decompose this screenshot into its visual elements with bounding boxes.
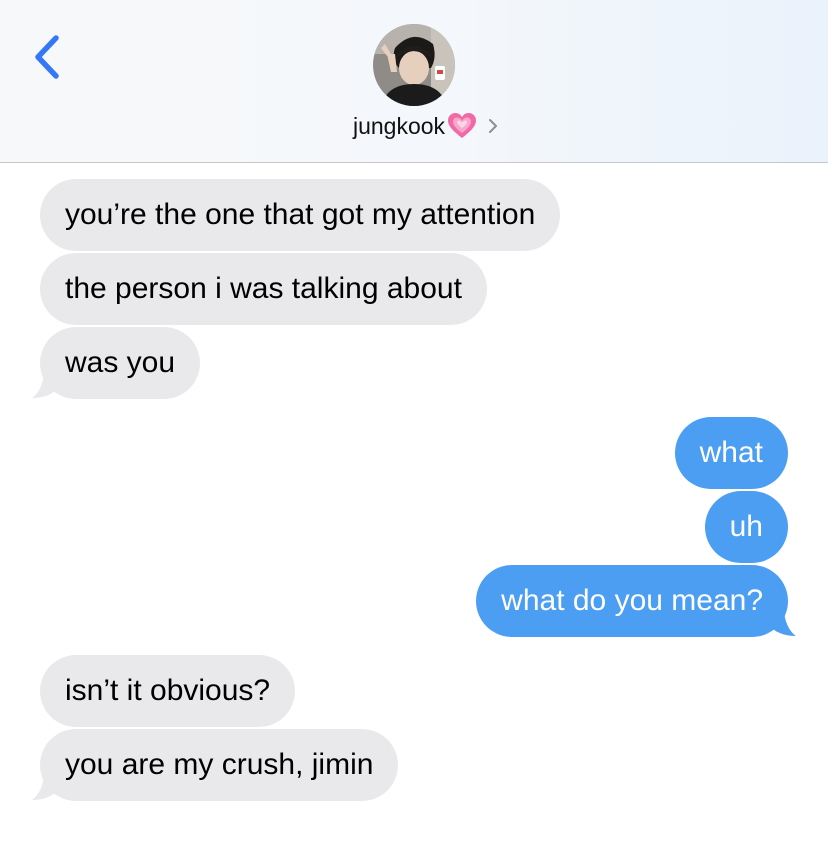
message-text: what do you mean?: [501, 584, 763, 617]
incoming-message-bubble[interactable]: the person i was talking about: [40, 253, 487, 325]
message-text: was you: [65, 346, 176, 379]
incoming-bubble-tail: [32, 772, 60, 800]
outgoing-message-bubble[interactable]: what do you mean?: [476, 565, 788, 637]
contact-avatar[interactable]: [373, 24, 455, 106]
contact-name: jungkook: [352, 112, 446, 139]
message-text: uh: [729, 510, 763, 543]
growing-heart-icon: [448, 113, 477, 138]
outgoing-message-bubble[interactable]: uh: [704, 491, 788, 563]
back-button[interactable]: [28, 32, 68, 82]
message-text: the person i was talking about: [65, 272, 462, 305]
outgoing-message-bubble[interactable]: what: [674, 417, 788, 489]
message-text: you’re the one that got my attention: [65, 198, 536, 231]
chevron-left-icon: [35, 35, 59, 79]
conversation-header: jungkook: [0, 0, 828, 163]
message-text: you are my crush, jimin: [65, 748, 374, 781]
contact-name-button[interactable]: jungkook: [0, 112, 828, 140]
message-text: isn’t it obvious?: [65, 674, 271, 707]
message-text: what: [699, 436, 763, 469]
chevron-right-icon: [489, 119, 498, 133]
incoming-bubble-tail: [32, 370, 60, 398]
incoming-message-bubble[interactable]: you’re the one that got my attention: [40, 179, 561, 251]
incoming-message-bubble[interactable]: you are my crush, jimin: [40, 729, 399, 801]
incoming-message-bubble[interactable]: isn’t it obvious?: [40, 655, 296, 727]
outgoing-bubble-tail: [768, 608, 796, 636]
